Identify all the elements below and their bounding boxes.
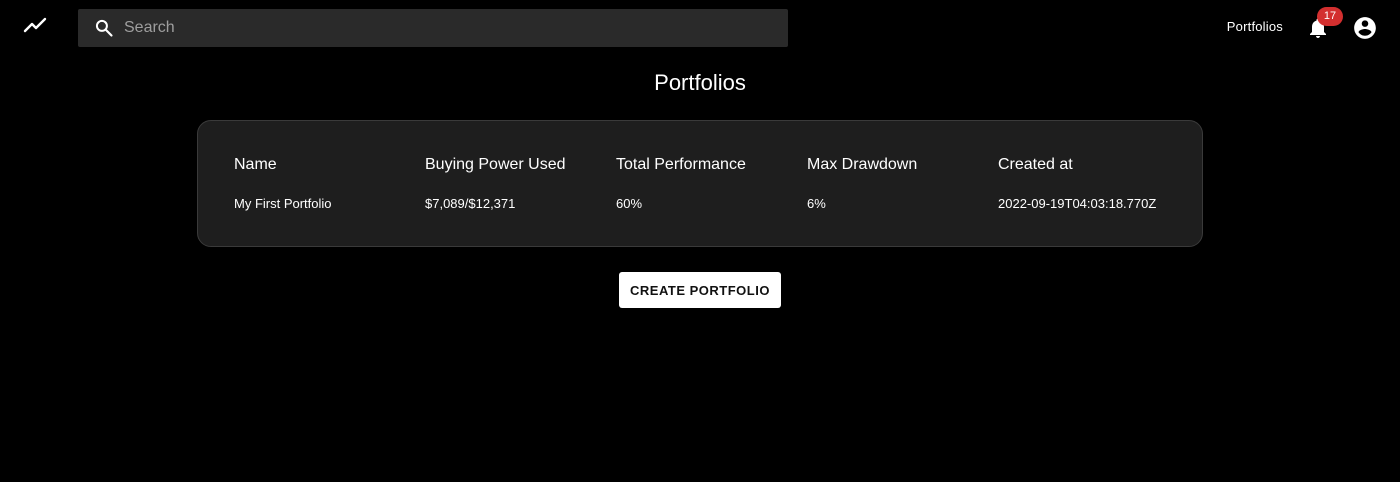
account-circle-icon[interactable] xyxy=(1352,15,1378,41)
portfolios-table: Name Buying Power Used Total Performance… xyxy=(197,120,1203,247)
cell-portfolio-name: My First Portfolio xyxy=(234,196,332,211)
column-header-max-drawdown: Max Drawdown xyxy=(807,156,918,173)
table-row[interactable]: My First Portfolio $7,089/$12,371 60% 6%… xyxy=(234,196,1172,211)
cell-buying-power: $7,089/$12,371 xyxy=(425,196,516,211)
create-portfolio-button[interactable]: CREATE PORTFOLIO xyxy=(619,272,781,308)
search-input[interactable] xyxy=(124,9,774,47)
column-header-name: Name xyxy=(234,156,277,173)
cell-created-at: 2022-09-19T04:03:18.770Z xyxy=(998,196,1157,211)
cell-total-performance: 60% xyxy=(616,196,643,211)
cell-max-drawdown: 6% xyxy=(807,196,826,211)
table-header-row: Name Buying Power Used Total Performance… xyxy=(234,156,1172,174)
nav-portfolios-link[interactable]: Portfolios xyxy=(1227,19,1283,34)
notification-count-badge: 17 xyxy=(1317,7,1343,26)
trending-line-icon[interactable] xyxy=(22,14,48,36)
column-header-buying-power: Buying Power Used xyxy=(425,156,566,173)
search-icon xyxy=(95,19,113,37)
column-header-created-at: Created at xyxy=(998,156,1073,173)
page-title: Portfolios xyxy=(654,70,746,95)
top-bar: Portfolios 17 xyxy=(0,0,1400,56)
app: Portfolios 17 Portfolios Name Buying Pow… xyxy=(0,0,1400,482)
column-header-total-performance: Total Performance xyxy=(616,156,746,173)
search-bar xyxy=(78,9,788,47)
